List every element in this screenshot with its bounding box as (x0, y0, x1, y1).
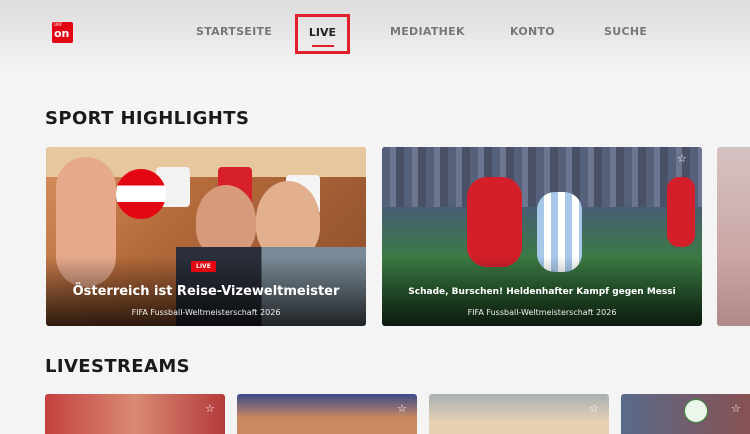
star-icon[interactable]: ☆ (731, 402, 741, 415)
player-austria (467, 177, 522, 267)
nav-startseite[interactable]: STARTSEITE (196, 25, 272, 38)
highlight-card-1[interactable]: LIVE Österreich ist Reise-Vizeweltmeiste… (46, 147, 366, 326)
livestream-card-2[interactable]: ☆ (237, 394, 417, 434)
livestream-card-3[interactable]: ☆ (429, 394, 609, 434)
top-navigation: ORF on STARTSEITE LIVE MEDIATHEK KONTO S… (0, 0, 750, 66)
highlight-card-2[interactable]: ☆ Schade, Burschen! Heldenhafter Kampf g… (382, 147, 702, 326)
card-subtitle: FIFA Fussball-Weltmeisterschaft 2026 (131, 308, 281, 317)
card-title: Schade, Burschen! Heldenhafter Kampf geg… (408, 287, 676, 297)
logo-big-text: on (54, 27, 70, 40)
livestream-card-1[interactable]: ☆ (45, 394, 225, 434)
nav-suche[interactable]: SUCHE (604, 25, 647, 38)
card-subtitle: FIFA Fussball-Weltmeisterschaft 2026 (467, 308, 617, 317)
livestream-card-4[interactable]: ☆ (621, 394, 750, 434)
highlight-card-3-peek[interactable] (717, 147, 750, 326)
football-ball (684, 399, 708, 423)
active-tab-underline (312, 45, 334, 47)
nav-live-label: LIVE (308, 26, 337, 39)
section-title-livestreams: LIVESTREAMS (45, 356, 190, 377)
star-icon[interactable]: ☆ (205, 402, 215, 415)
nav-konto[interactable]: KONTO (510, 25, 555, 38)
nav-live[interactable]: LIVE (295, 14, 350, 54)
star-icon[interactable]: ☆ (397, 402, 407, 415)
football-ball (116, 169, 166, 219)
section-title-highlights: SPORT HIGHLIGHTS (45, 108, 250, 129)
card-title: Österreich ist Reise-Vizeweltmeister (72, 284, 340, 299)
star-icon[interactable]: ☆ (589, 402, 599, 415)
player-austria-right (667, 177, 695, 247)
live-badge: LIVE (191, 261, 216, 272)
nav-mediathek[interactable]: MEDIATHEK (390, 25, 465, 38)
star-icon[interactable]: ☆ (677, 152, 687, 165)
orf-on-logo[interactable]: ORF on (52, 22, 73, 43)
